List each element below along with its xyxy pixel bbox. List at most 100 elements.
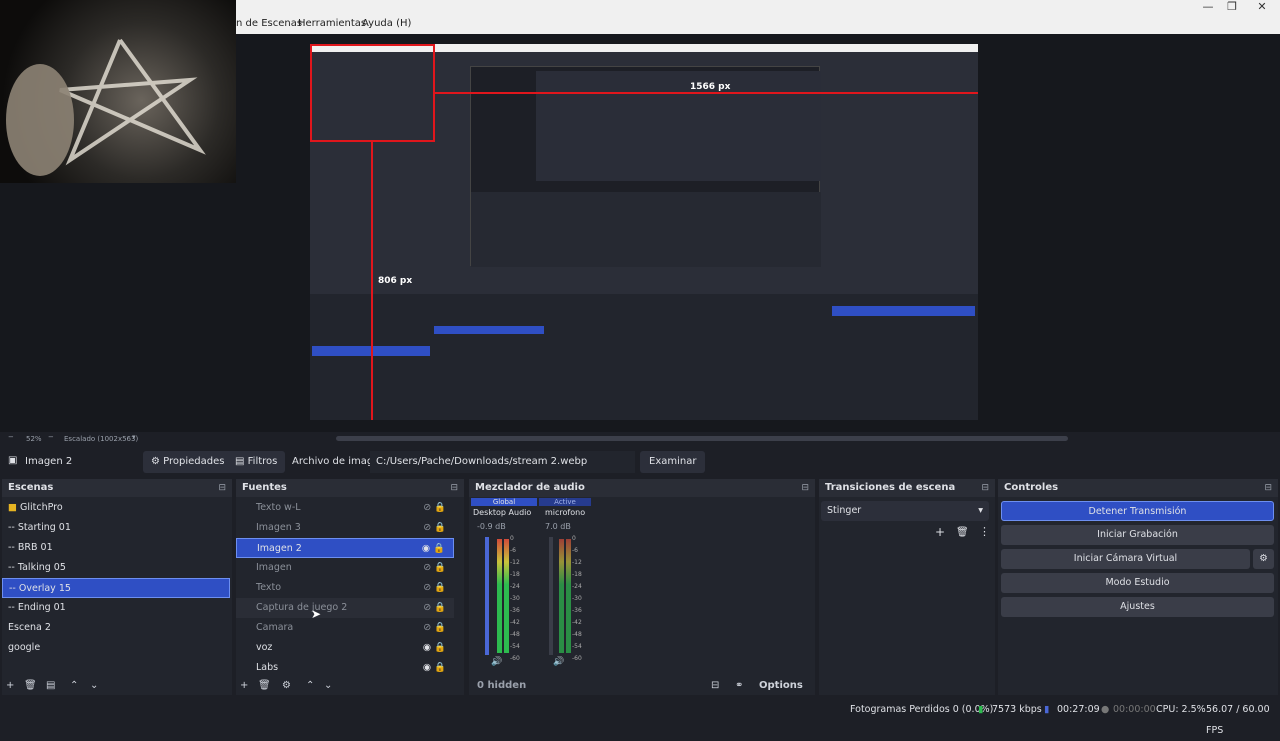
image-path-field[interactable]: C:/Users/Pache/Downloads/stream 2.webp (370, 451, 635, 473)
scene-item[interactable]: -- Starting 01 (2, 518, 230, 538)
volume-slider[interactable] (549, 537, 553, 655)
dropped-frames: Fotogramas Perdidos 0 (0.0%) (850, 704, 994, 715)
image-icon: ▣ (8, 455, 18, 466)
filter-icon[interactable]: ▤ (46, 680, 55, 691)
properties-bar: ▣ Imagen 2 ⚙ Propiedades ▤ Filtros Archi… (0, 451, 1280, 473)
dock-pin-icon[interactable]: ⊟ (801, 479, 809, 497)
sources-title: Fuentes (242, 482, 287, 493)
eye-off-icon[interactable]: ⊘ 🔒 (423, 578, 446, 598)
preview-scrollbar[interactable] (336, 436, 1068, 441)
dock-pin-icon[interactable]: ⊟ (1264, 479, 1272, 497)
chevron-down-icon[interactable]: ⌄ (324, 680, 332, 691)
dock-pin-icon[interactable]: ⊟ (981, 479, 989, 497)
chevron-down-icon[interactable]: ⌄ (90, 680, 98, 691)
trash-icon[interactable]: 🗑 (956, 527, 969, 538)
stop-stream-button[interactable]: Detener Transmisión (1001, 501, 1274, 521)
close-button[interactable]: ✕ (1250, 0, 1274, 16)
eye-off-icon[interactable]: ⊘ 🔒 (423, 598, 446, 618)
gear-icon[interactable]: ⚙ (1253, 549, 1274, 569)
filters-button[interactable]: ▤ Filtros (227, 451, 286, 473)
eye-icon[interactable]: ◉ 🔒 (423, 658, 446, 678)
source-item[interactable]: Texto w-L ⊘ 🔒 (236, 498, 454, 518)
source-item[interactable]: Texto ⊘ 🔒 (236, 578, 454, 598)
mixer-toolbar: 0 hidden ⊟ ⚭ Options (469, 679, 815, 695)
dimension-label-horizontal: 1566 px (690, 82, 731, 92)
meter-tick-label: -36 (510, 607, 520, 614)
controls-header: Controles ⊟ (998, 479, 1278, 497)
chevron-up-icon[interactable]: ⌃ (306, 680, 314, 691)
source-item-selected[interactable]: Imagen 2 ◉ 🔒 (236, 538, 454, 558)
dock-pin-icon[interactable]: ⊟ (450, 479, 458, 497)
eye-off-icon[interactable]: ⊘ 🔒 (423, 498, 446, 518)
channel-name[interactable]: Desktop Audio (473, 508, 531, 517)
add-icon[interactable]: + (6, 680, 14, 691)
options-button[interactable]: Options (759, 680, 803, 691)
start-virtual-camera-button[interactable]: Iniciar Cámara Virtual (1001, 549, 1250, 569)
scenes-toolbar: + 🗑 ▤ ⌃ ⌄ (2, 679, 232, 695)
chevron-down-icon[interactable]: ▾ (132, 433, 136, 441)
nested-docks (471, 192, 821, 267)
source-item[interactable]: Captura de juego 2 ⊘ 🔒 (236, 598, 454, 618)
minimize-button[interactable]: — (1196, 0, 1220, 16)
more-icon[interactable]: ⋮ (979, 525, 990, 538)
meter-tick-label: -60 (510, 655, 520, 662)
menu-help[interactable]: Ayuda (H) (362, 18, 411, 29)
zoom-in-icon[interactable]: − (48, 433, 54, 441)
zoom-out-icon[interactable]: − (8, 433, 14, 441)
eye-off-icon[interactable]: ⊘ 🔒 (423, 618, 446, 638)
controls-title: Controles (1004, 482, 1059, 493)
speaker-icon[interactable]: 🔊 (491, 657, 502, 667)
trash-icon[interactable]: 🗑 (24, 680, 37, 691)
menu-scenes[interactable]: n de Escenas (236, 18, 302, 29)
eye-off-icon[interactable]: ⊘ 🔒 (423, 558, 446, 578)
scene-item[interactable]: -- BRB 01 (2, 538, 230, 558)
dock-pin-icon[interactable]: ⊟ (218, 479, 226, 497)
meter-tick-label: -6 (510, 547, 516, 554)
source-item[interactable]: voz ◉ 🔒 (236, 638, 454, 658)
guide-horizontal (434, 92, 978, 94)
eye-off-icon[interactable]: ⊘ 🔒 (423, 518, 446, 538)
properties-button[interactable]: ⚙ Propiedades (143, 451, 233, 473)
menu-tools[interactable]: Herramientas (298, 18, 366, 29)
tab-active[interactable]: Active (539, 498, 591, 506)
browse-button[interactable]: Examinar (640, 451, 706, 473)
start-recording-button[interactable]: Iniciar Grabación (1001, 525, 1274, 545)
source-item[interactable]: Labs ◉ 🔒 (236, 658, 454, 678)
link-icon[interactable]: ⚭ (735, 680, 743, 691)
settings-button[interactable]: Ajustes (1001, 597, 1274, 617)
dimension-label-vertical: 806 px (378, 276, 413, 286)
eye-icon[interactable]: ◉ 🔒 (422, 539, 445, 559)
tab-global[interactable]: Global (471, 498, 537, 506)
trash-icon[interactable]: 🗑 (258, 680, 271, 691)
add-icon[interactable]: + (935, 525, 945, 539)
meter-tick-label: -48 (510, 631, 520, 638)
restore-button[interactable]: ❐ (1220, 0, 1244, 16)
stream-time: 00:27:09 (1057, 704, 1100, 715)
nested-preview-window (470, 66, 821, 267)
eye-icon[interactable]: ◉ 🔒 (423, 638, 446, 658)
scene-item[interactable]: Escena 2 (2, 618, 230, 638)
meter-tick-label: -24 (510, 583, 520, 590)
gear-icon[interactable]: ⚙ (282, 680, 291, 691)
source-item[interactable]: Camara ⊘ 🔒 (236, 618, 454, 638)
transition-select[interactable]: Stinger ▾ (821, 501, 989, 521)
preview-canvas[interactable] (310, 44, 978, 420)
transitions-dock: Transiciones de escena ⊟ Stinger ▾ + 🗑 ⋮ (819, 479, 995, 695)
layout-icon[interactable]: ⊟ (711, 680, 719, 691)
speaker-icon[interactable]: 🔊 (553, 657, 564, 667)
source-label: Labs (256, 662, 279, 673)
scene-item[interactable]: google (2, 638, 230, 658)
add-icon[interactable]: + (240, 680, 248, 691)
volume-slider[interactable] (485, 537, 489, 655)
chevron-up-icon[interactable]: ⌃ (70, 680, 78, 691)
source-item[interactable]: Imagen ⊘ 🔒 (236, 558, 454, 578)
scene-item[interactable]: -- Ending 01 (2, 598, 230, 618)
source-label: Texto (256, 582, 282, 593)
source-item[interactable]: Imagen 3 ⊘ 🔒 (236, 518, 454, 538)
scene-item[interactable]: -- Talking 05 (2, 558, 230, 578)
studio-mode-button[interactable]: Modo Estudio (1001, 573, 1274, 593)
scene-item-selected[interactable]: -- Overlay 15 (2, 578, 230, 598)
scene-item[interactable]: ■ GlitchPro (2, 498, 230, 518)
meter-tick-label: -54 (510, 643, 520, 650)
channel-name[interactable]: microfono (545, 508, 585, 517)
